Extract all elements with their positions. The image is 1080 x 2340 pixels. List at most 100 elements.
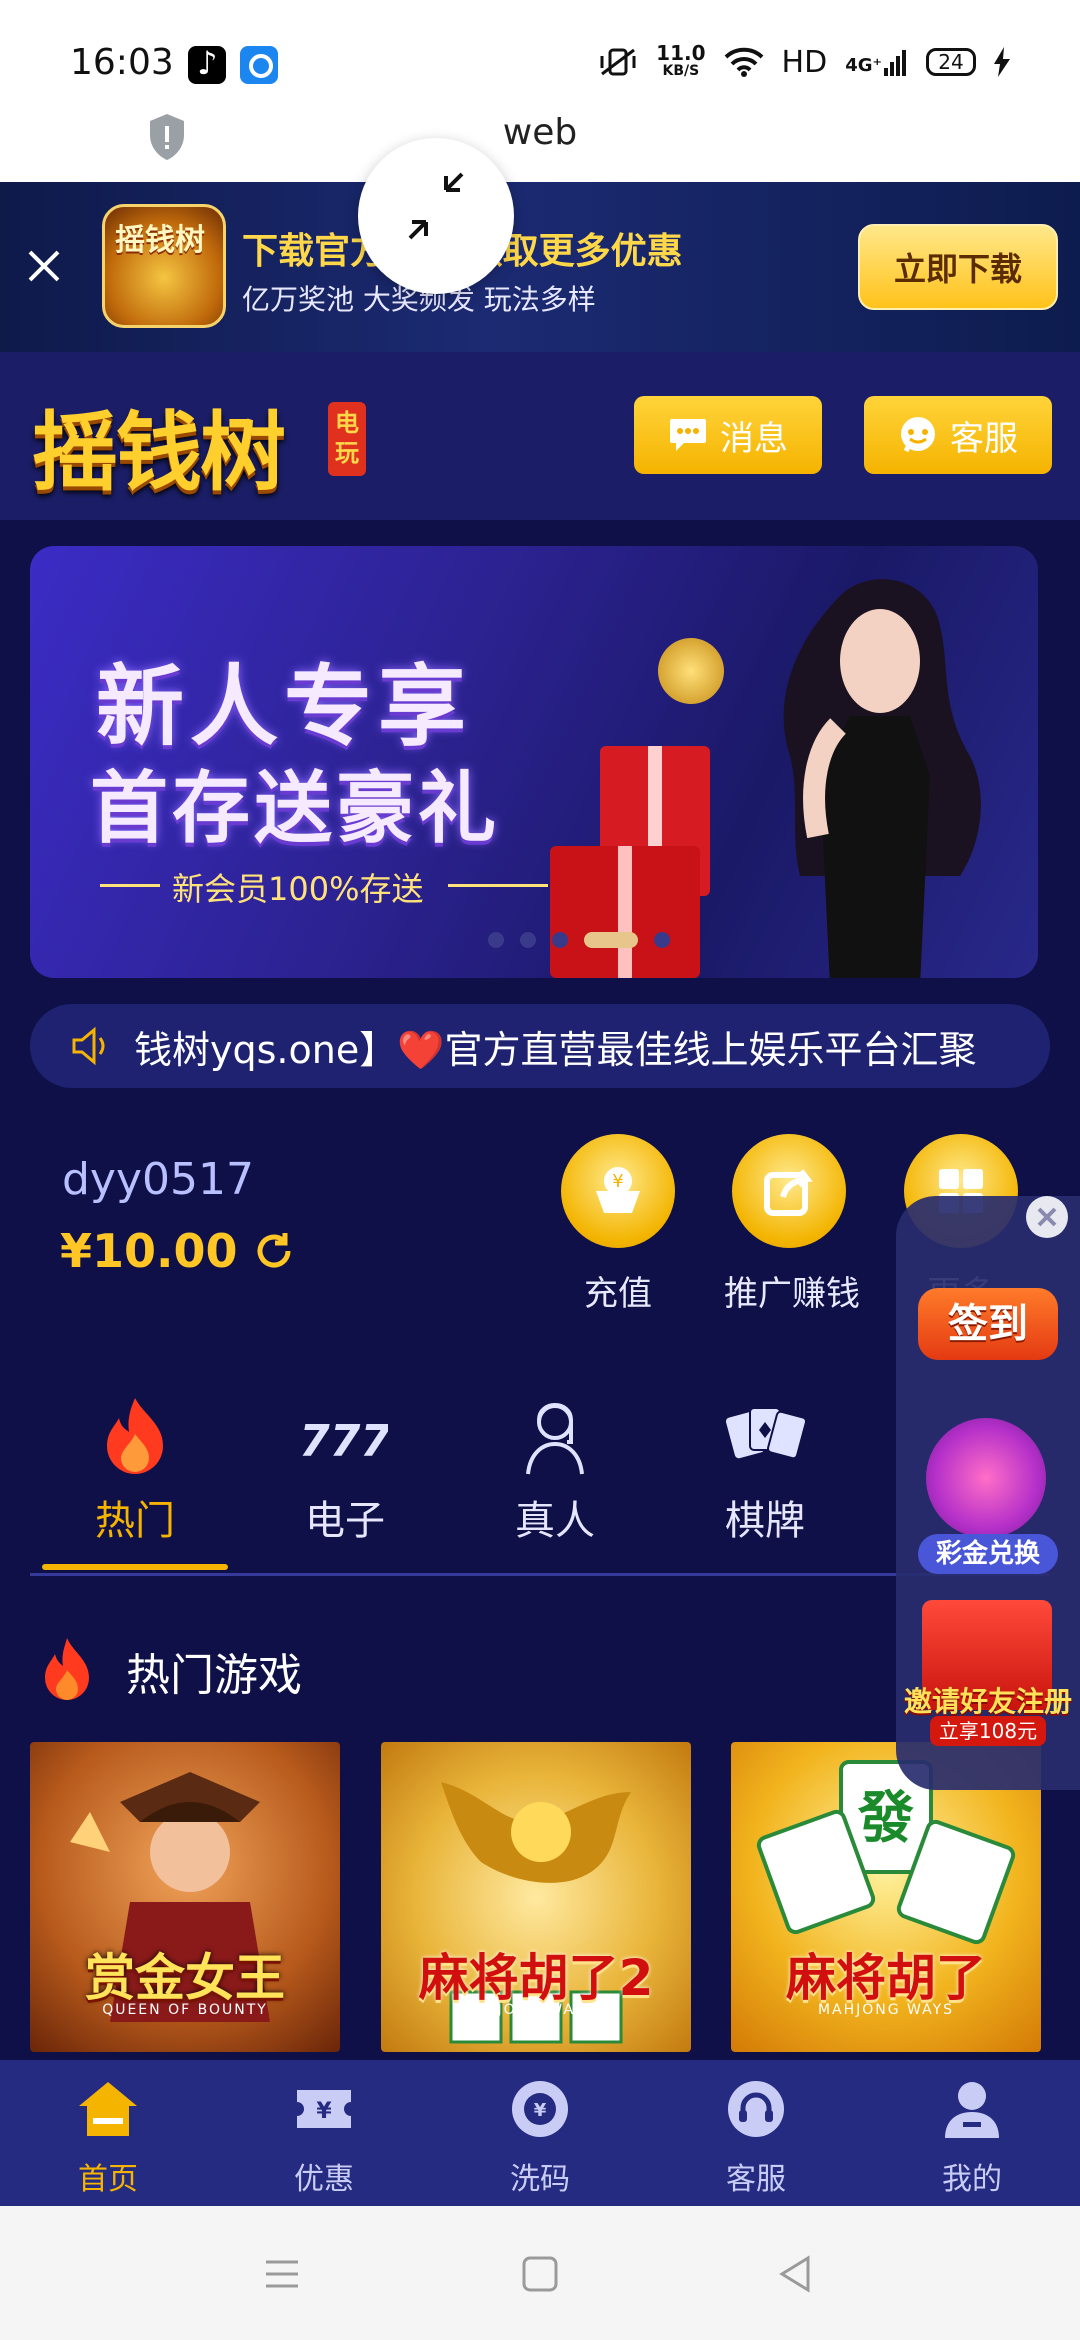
tab-hot[interactable]: 热门	[42, 1396, 228, 1546]
nav-rebate[interactable]: ¥ 洗码	[432, 2078, 648, 2198]
page-title: web	[502, 112, 578, 153]
hot-games-heading: 热门游戏	[36, 1636, 302, 1706]
tab-live[interactable]: 真人	[462, 1396, 648, 1546]
sign-in-button[interactable]: 签到	[904, 1264, 1072, 1384]
promo-title-line1: 新人专享	[96, 655, 473, 758]
deposit-button[interactable]: ¥ 充值	[553, 1134, 683, 1315]
svg-text:發: 發	[857, 1786, 914, 1851]
tab-slots-label: 电子	[305, 1498, 385, 1544]
hd-indicator: HD	[781, 44, 828, 80]
gift-box-image	[550, 846, 700, 978]
bottom-nav: 首页 ¥ 优惠 ¥ 洗码 客服 我的	[0, 2060, 1080, 2206]
minimize-window-button[interactable]	[358, 138, 514, 294]
refresh-icon[interactable]	[252, 1229, 296, 1273]
carousel-indicators	[30, 932, 1038, 948]
promo-divider-right	[448, 884, 548, 887]
balance-amount: ¥10.00	[60, 1224, 238, 1278]
user-icon	[945, 2082, 999, 2138]
sign-in-label: 签到	[918, 1288, 1058, 1360]
invite-friends-button[interactable]: 邀请好友注册 立享108元	[904, 1600, 1072, 1750]
announcement-text: 钱树yqs.one】❤️官方直营最佳线上娱乐平台汇聚	[134, 1027, 977, 1072]
nav-support[interactable]: 客服	[648, 2078, 864, 2198]
customer-service-label: 客服	[950, 418, 1018, 459]
svg-text:777: 777	[302, 1416, 388, 1467]
download-app-banner[interactable]: 摇钱树 下载官方APP领取更多优惠 亿万奖池 大奖频发 玩法多样 立即下载	[0, 182, 1080, 352]
game-subtitle: QUEEN OF BOUNTY	[102, 2002, 268, 2018]
signal-indicator: 4G⁺	[845, 48, 908, 76]
hot-games-title: 热门游戏	[126, 1650, 302, 1701]
logo-badge: 电玩	[328, 402, 366, 476]
tab-cards-label: 棋牌	[725, 1498, 805, 1544]
carousel-dot[interactable]	[654, 932, 670, 948]
close-icon[interactable]	[1026, 1196, 1068, 1238]
promote-earn-label: 推广赚钱	[724, 1274, 860, 1314]
svg-text:¥: ¥	[316, 2099, 332, 2124]
username: dyy0517	[62, 1154, 254, 1205]
carousel-dot[interactable]	[520, 932, 536, 948]
messages-button[interactable]: 消息	[634, 396, 822, 474]
battery-indicator: 24	[926, 48, 976, 76]
home-square-icon[interactable]	[520, 2254, 560, 2294]
nav-rebate-label: 洗码	[510, 2162, 570, 2197]
game-card[interactable]: 赏金女王 QUEEN OF BOUNTY	[30, 1742, 340, 2052]
browser-url-bar: web	[0, 110, 1080, 182]
promo-divider-left	[100, 884, 160, 887]
invite-reward-label: 立享108元	[930, 1716, 1046, 1746]
download-now-button[interactable]: 立即下载	[858, 224, 1058, 310]
tab-slots[interactable]: 777 电子	[252, 1396, 438, 1546]
carousel-dot[interactable]	[488, 932, 504, 948]
customer-service-button[interactable]: 客服	[864, 396, 1052, 474]
nav-home[interactable]: 首页	[0, 2078, 216, 2198]
status-time: 16:03	[70, 42, 174, 83]
promo-subtitle: 新会员100%存送	[172, 870, 424, 908]
deposit-icon: ¥	[561, 1134, 675, 1248]
messages-label: 消息	[720, 418, 788, 459]
promote-earn-button[interactable]: 推广赚钱	[724, 1134, 860, 1315]
share-icon	[732, 1134, 846, 1248]
game-card[interactable]: 麻将胡了2 MAHJONG WAYS 2	[381, 1742, 691, 2052]
deposit-label: 充值	[584, 1274, 652, 1314]
active-tab-indicator	[42, 1564, 228, 1570]
dealer-icon	[526, 1403, 584, 1475]
tab-live-label: 真人	[515, 1498, 595, 1544]
fire-icon	[45, 1638, 89, 1700]
coupon-icon: ¥	[297, 2090, 351, 2128]
invite-friends-label: 邀请好友注册	[904, 1685, 1073, 1718]
slot-777-icon: 777	[299, 1416, 391, 1467]
close-icon[interactable]	[22, 244, 66, 288]
site-logo[interactable]: 摇钱树	[32, 382, 286, 507]
chip-icon: ¥	[512, 2081, 568, 2137]
announcement-marquee[interactable]: 钱树yqs.one】❤️官方直营最佳线上娱乐平台汇聚	[30, 1004, 1050, 1088]
nav-profile[interactable]: 我的	[864, 2078, 1080, 2198]
cards-icon	[725, 1407, 808, 1460]
speaker-icon	[72, 1026, 105, 1066]
tab-cards[interactable]: 棋牌	[672, 1396, 858, 1546]
carousel-dot-active[interactable]	[584, 932, 638, 948]
site-header: 摇钱树 电玩 消息 客服	[0, 352, 1080, 520]
promo-carousel[interactable]: 新人专享 首存送豪礼 新会员100%存送	[30, 546, 1038, 978]
wifi-icon	[724, 47, 763, 77]
bonus-exchange-label: 彩金兑换	[918, 1534, 1058, 1574]
home-icon	[79, 2082, 137, 2136]
headset-icon	[728, 2081, 784, 2137]
svg-text:¥: ¥	[534, 2100, 547, 2121]
menu-icon[interactable]	[262, 2254, 302, 2294]
promo-title-line2: 首存送豪礼	[90, 764, 501, 854]
carousel-dot[interactable]	[552, 932, 568, 948]
nav-promotions-label: 优惠	[294, 2162, 354, 2197]
vibrate-mute-icon	[600, 48, 636, 76]
tiktok-app-icon	[188, 44, 226, 84]
status-indicators: 11.0 KB/S HD 4G⁺ 24	[598, 41, 1010, 80]
nav-home-label: 首页	[78, 2162, 138, 2197]
nav-promotions[interactable]: ¥ 优惠	[216, 2078, 432, 2198]
nav-profile-label: 我的	[942, 2162, 1002, 2197]
network-speed: 11.0 KB/S	[656, 41, 706, 79]
game-subtitle: MAHJONG WAYS 2	[459, 2002, 613, 2018]
bonus-exchange-button[interactable]: 彩金兑换	[904, 1418, 1072, 1574]
gold-coin-image	[648, 628, 734, 714]
nav-support-label: 客服	[726, 2162, 786, 2197]
system-navigation-bar	[0, 2206, 1080, 2340]
chat-bubble-icon	[670, 419, 706, 451]
game-title: 麻将胡了2	[418, 1949, 654, 2007]
back-icon[interactable]	[776, 2254, 816, 2294]
